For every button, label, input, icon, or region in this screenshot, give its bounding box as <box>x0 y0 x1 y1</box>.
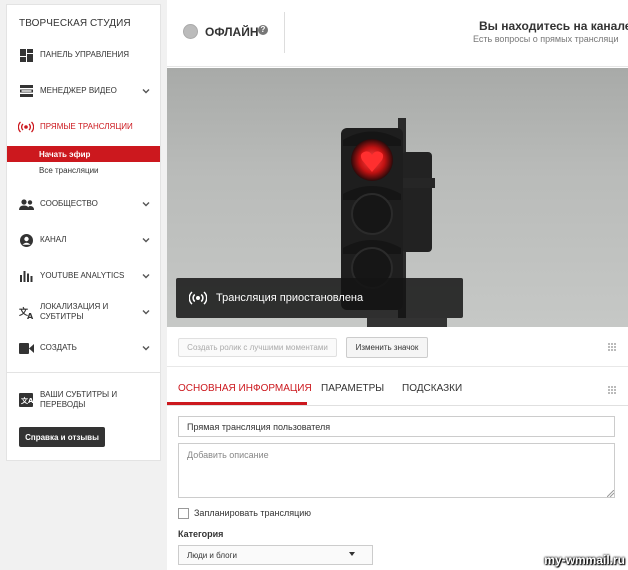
stream-status-bar: ОФЛАЙН ? Вы находитесь на канале А Есть … <box>167 0 628 67</box>
tab-settings[interactable]: ПАРАМЕТРЫ <box>321 383 384 394</box>
sidebar-item-label: YOUTUBE ANALYTICS <box>40 271 125 280</box>
chevron-down-icon[interactable] <box>141 199 151 209</box>
analytics-icon <box>18 268 34 284</box>
chevron-down-icon[interactable] <box>141 343 151 353</box>
channel-help-text[interactable]: Есть вопросы о прямых трансляци <box>473 34 618 44</box>
chevron-down-icon[interactable] <box>141 307 151 317</box>
schedule-label: Запланировать трансляцию <box>194 508 312 518</box>
category-label: Категория <box>178 529 224 539</box>
stream-preview: Трансляция приостановлена <box>167 68 628 327</box>
video-manager-icon <box>18 83 34 99</box>
drag-handle-icon[interactable] <box>607 342 617 352</box>
sidebar-title: ТВОРЧЕСКАЯ СТУДИЯ <box>19 18 131 29</box>
stream-paused-banner: Трансляция приостановлена <box>176 278 463 318</box>
sidebar-item-label: МЕНЕДЖЕР ВИДЕО <box>40 86 117 95</box>
section-divider <box>167 366 628 367</box>
sidebar-subitem-start-stream[interactable]: Начать эфир <box>7 146 160 162</box>
stream-status: ОФЛАЙН <box>205 25 259 39</box>
sidebar-item-video-manager[interactable]: МЕНЕДЖЕР ВИДЕО <box>7 78 160 104</box>
create-icon <box>18 340 34 356</box>
live-broadcast-icon <box>18 119 34 135</box>
chevron-down-icon[interactable] <box>141 86 151 96</box>
channel-icon <box>18 232 34 248</box>
sidebar-item-label: ЛОКАЛИЗАЦИЯ И СУБТИТРЫ <box>40 302 109 321</box>
svg-text:A: A <box>27 312 34 319</box>
stream-paused-text: Трансляция приостановлена <box>216 292 364 304</box>
subtitles-translate-icon: 文A <box>18 392 34 408</box>
sidebar-item-label: СОЗДАТЬ <box>40 343 77 352</box>
translate-icon: 文A <box>18 304 34 320</box>
tab-basic-info[interactable]: ОСНОВНАЯ ИНФОРМАЦИЯ <box>178 383 312 394</box>
tab-cards[interactable]: ПОДСКАЗКИ <box>402 383 462 394</box>
sidebar-item-channel[interactable]: КАНАЛ <box>7 227 160 253</box>
sidebar-item-label: ПАНЕЛЬ УПРАВЛЕНИЯ <box>40 50 130 59</box>
schedule-checkbox[interactable] <box>178 508 189 519</box>
change-thumbnail-button[interactable]: Изменить значок <box>346 337 428 358</box>
help-feedback-button[interactable]: Справка и отзывы <box>19 427 105 447</box>
sidebar-item-label: ВАШИ СУБТИТРЫ И ПЕРЕВОДЫ <box>40 390 118 409</box>
sidebar-item-localization[interactable]: 文A ЛОКАЛИЗАЦИЯ И СУБТИТРЫ <box>7 299 160 325</box>
sidebar-item-community[interactable]: СООБЩЕСТВО <box>7 191 160 217</box>
main-panel: ОФЛАЙН ? Вы находитесь на канале А Есть … <box>167 0 628 570</box>
sidebar-item-live[interactable]: ПРЯМЫЕ ТРАНСЛЯЦИИ <box>7 114 160 140</box>
sidebar-subitem-all-streams[interactable]: Все трансляции <box>7 162 160 178</box>
sidebar-item-create[interactable]: СОЗДАТЬ <box>7 335 160 361</box>
help-icon[interactable]: ? <box>258 25 268 35</box>
channel-notice: Вы находитесь на канале А <box>479 19 628 33</box>
offline-status-indicator <box>183 24 198 39</box>
create-highlights-button[interactable]: Создать ролик с лучшими моментами <box>178 338 337 357</box>
tabs-divider <box>167 405 628 406</box>
sidebar-item-analytics[interactable]: YOUTUBE ANALYTICS <box>7 263 160 289</box>
sidebar-divider <box>7 372 160 373</box>
header-divider <box>284 12 285 53</box>
stream-title-input[interactable]: Прямая трансляция пользователя <box>178 416 615 437</box>
chevron-down-icon[interactable] <box>141 235 151 245</box>
dropdown-arrow-icon <box>349 552 355 556</box>
stream-description-input[interactable]: Добавить описание <box>178 443 615 498</box>
live-broadcast-icon <box>189 291 207 305</box>
dashboard-icon <box>18 47 34 63</box>
community-icon <box>18 196 34 212</box>
watermark: my-wmmail.ru <box>544 553 625 567</box>
sidebar-item-dashboard[interactable]: ПАНЕЛЬ УПРАВЛЕНИЯ <box>7 42 160 68</box>
category-select[interactable]: Люди и блоги <box>178 545 373 565</box>
sidebar-item-label: КАНАЛ <box>40 235 67 244</box>
svg-text:文A: 文A <box>21 396 33 405</box>
sidebar-item-subtitles[interactable]: 文A ВАШИ СУБТИТРЫ И ПЕРЕВОДЫ <box>7 385 160 415</box>
sidebar-item-label: СООБЩЕСТВО <box>40 199 98 208</box>
sidebar-item-label: ПРЯМЫЕ ТРАНСЛЯЦИИ <box>40 122 133 131</box>
resize-handle-icon[interactable] <box>607 490 614 497</box>
drag-handle-icon[interactable] <box>607 385 617 395</box>
sidebar: ТВОРЧЕСКАЯ СТУДИЯ ПАНЕЛЬ УПРАВЛЕНИЯ МЕНЕ… <box>6 4 161 461</box>
chevron-down-icon[interactable] <box>141 271 151 281</box>
